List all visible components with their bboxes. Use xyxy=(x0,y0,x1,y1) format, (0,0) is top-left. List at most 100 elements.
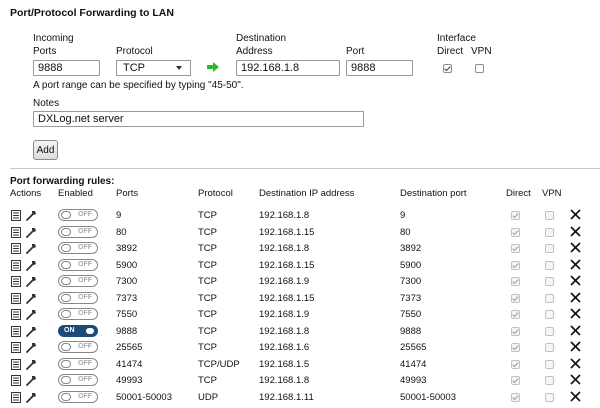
enabled-toggle[interactable]: ON xyxy=(58,324,98,337)
cell-destination-port: 7300 xyxy=(400,276,422,287)
close-x-icon[interactable] xyxy=(570,374,581,385)
enabled-toggle[interactable]: OFF xyxy=(58,258,98,271)
cell-protocol: TCP/UDP xyxy=(198,358,240,370)
toggle-label: OFF xyxy=(78,260,92,268)
add-button[interactable]: Add xyxy=(33,140,58,160)
row-vpn-checkbox xyxy=(545,244,554,253)
row-direct-checkbox xyxy=(511,244,520,253)
notes-label: Notes xyxy=(33,98,60,109)
row-vpn-checkbox xyxy=(545,211,554,220)
cell-destination-port: 49993 xyxy=(400,375,427,386)
wrench-icon[interactable] xyxy=(26,260,37,271)
wrench-icon[interactable] xyxy=(26,309,37,320)
cell-destination-ip: 192.168.1.9 xyxy=(259,309,310,320)
cell-ports: 7373 xyxy=(116,292,138,304)
close-x-icon[interactable] xyxy=(570,209,581,220)
wrench-icon[interactable] xyxy=(26,342,37,353)
notes-icon[interactable] xyxy=(11,358,21,370)
table-row: OFF 41474 TCP/UDP 192.168.1.5 41474 xyxy=(0,356,600,372)
direct-checkbox[interactable] xyxy=(443,64,452,73)
notes-icon[interactable] xyxy=(11,259,21,271)
cell-destination-port: 7550 xyxy=(400,309,422,320)
cell-destination-ip: 192.168.1.15 xyxy=(259,292,315,304)
enabled-toggle[interactable]: OFF xyxy=(58,374,98,386)
row-vpn-checkbox xyxy=(545,326,554,336)
notes-input[interactable] xyxy=(33,111,364,127)
close-x-icon[interactable] xyxy=(570,341,581,352)
close-x-icon[interactable] xyxy=(570,324,581,336)
port-range-hint: A port range can be specified by typing … xyxy=(33,80,244,91)
cell-protocol: TCP xyxy=(198,375,217,386)
notes-icon[interactable] xyxy=(11,375,21,386)
wrench-icon[interactable] xyxy=(26,326,37,337)
close-x-icon[interactable] xyxy=(570,291,581,303)
close-x-icon[interactable] xyxy=(570,258,581,270)
vpn-checkbox[interactable] xyxy=(475,64,484,73)
row-vpn-checkbox xyxy=(545,260,554,270)
chevron-down-icon xyxy=(176,66,182,70)
toggle-label: OFF xyxy=(78,392,92,400)
row-direct-checkbox xyxy=(511,277,520,286)
cell-destination-ip: 192.168.1.5 xyxy=(259,358,310,370)
header-enabled: Enabled xyxy=(58,188,93,199)
enabled-toggle[interactable]: OFF xyxy=(58,209,98,221)
cell-destination-ip: 192.168.1.15 xyxy=(259,259,315,271)
enabled-toggle[interactable]: OFF xyxy=(58,291,98,304)
cell-destination-ip: 192.168.1.11 xyxy=(259,391,314,403)
notes-icon[interactable] xyxy=(11,325,21,337)
wrench-icon[interactable] xyxy=(26,293,37,304)
cell-ports: 50001-50003 xyxy=(116,391,172,403)
close-x-icon[interactable] xyxy=(570,390,581,402)
wrench-icon[interactable] xyxy=(26,276,37,287)
enabled-toggle[interactable]: OFF xyxy=(58,308,98,320)
notes-icon[interactable] xyxy=(11,309,21,320)
cell-protocol: TCP xyxy=(198,243,217,254)
enabled-toggle[interactable]: OFF xyxy=(58,390,98,403)
ports-input[interactable] xyxy=(33,60,100,76)
cell-destination-port: 9888 xyxy=(400,325,422,337)
close-x-icon[interactable] xyxy=(570,275,581,286)
row-direct-checkbox xyxy=(511,359,520,369)
protocol-select-value: TCP xyxy=(123,62,145,74)
cell-protocol: TCP xyxy=(198,210,217,221)
notes-icon[interactable] xyxy=(11,276,21,287)
notes-icon[interactable] xyxy=(11,243,21,254)
toggle-label: ON xyxy=(64,326,75,334)
toggle-knob xyxy=(61,392,71,401)
wrench-icon[interactable] xyxy=(26,210,37,221)
enabled-toggle[interactable]: OFF xyxy=(58,275,98,287)
enabled-toggle[interactable]: OFF xyxy=(58,341,98,353)
close-x-icon[interactable] xyxy=(570,225,581,237)
close-x-icon[interactable] xyxy=(570,242,581,253)
wrench-icon[interactable] xyxy=(26,359,37,370)
cell-ports: 25565 xyxy=(116,342,143,353)
protocol-select[interactable]: TCP xyxy=(116,60,191,76)
wrench-icon[interactable] xyxy=(26,375,37,386)
row-vpn-checkbox xyxy=(545,293,554,303)
wrench-icon[interactable] xyxy=(26,227,37,238)
protocol-label: Protocol xyxy=(116,46,153,57)
enabled-toggle[interactable]: OFF xyxy=(58,357,98,370)
enabled-toggle[interactable]: OFF xyxy=(58,225,98,238)
cell-ports: 41474 xyxy=(116,358,143,370)
destination-address-input[interactable] xyxy=(236,60,340,76)
cell-ports: 80 xyxy=(116,226,127,238)
wrench-icon[interactable] xyxy=(26,243,37,254)
notes-icon[interactable] xyxy=(11,210,21,221)
notes-icon[interactable] xyxy=(11,292,21,304)
enabled-toggle[interactable]: OFF xyxy=(58,242,98,254)
vpn-label: VPN xyxy=(471,46,492,57)
close-x-icon[interactable] xyxy=(570,357,581,369)
notes-icon[interactable] xyxy=(11,391,21,403)
toggle-label: OFF xyxy=(78,244,92,251)
close-x-icon[interactable] xyxy=(570,308,581,319)
notes-icon[interactable] xyxy=(11,342,21,353)
destination-port-input[interactable] xyxy=(346,60,413,76)
cell-protocol: TCP xyxy=(198,309,217,320)
row-vpn-checkbox xyxy=(545,392,554,402)
cell-destination-ip: 192.168.1.8 xyxy=(259,243,310,254)
cell-protocol: TCP xyxy=(198,342,217,353)
wrench-icon[interactable] xyxy=(26,392,37,403)
cell-destination-ip: 192.168.1.8 xyxy=(259,375,310,386)
notes-icon[interactable] xyxy=(11,226,21,238)
